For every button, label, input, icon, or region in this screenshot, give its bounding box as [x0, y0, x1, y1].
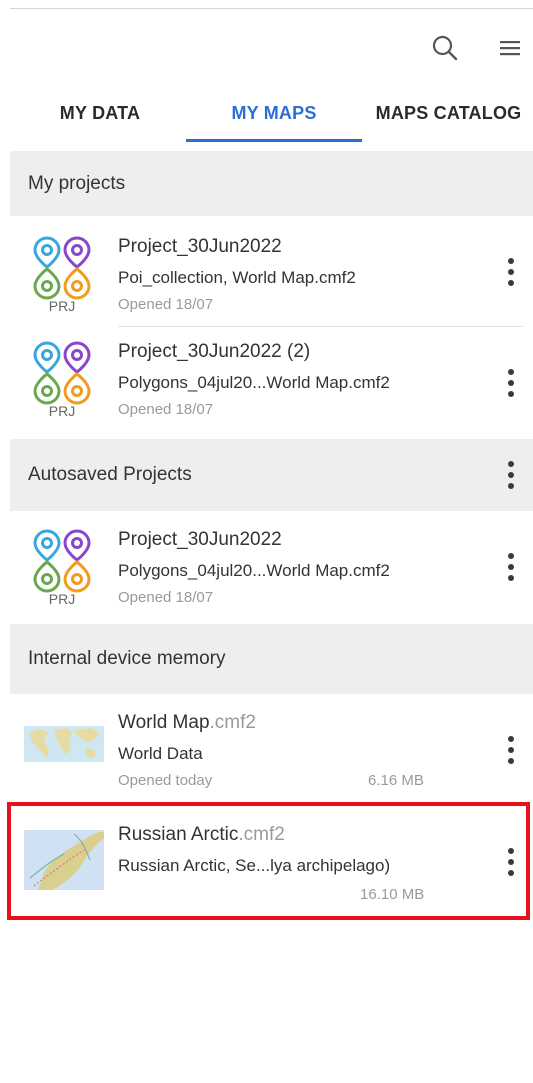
- project-title: Project_30Jun2022: [118, 529, 282, 550]
- section-title: Autosaved Projects: [28, 464, 192, 485]
- map-subtitle: Russian Arctic, Se...lya archipelago): [118, 856, 391, 875]
- project-opened-date: Opened 18/07: [118, 296, 214, 313]
- project-pins-icon: PRJ: [30, 527, 100, 607]
- toolbar: [0, 20, 533, 76]
- list-item-selected[interactable]: Russian Arctic.cmf2 Russian Arctic, Se..…: [10, 806, 533, 916]
- hamburger-menu-icon[interactable]: [490, 28, 530, 68]
- section-header-internal-memory: Internal device memory: [10, 624, 533, 694]
- map-title: Russian Arctic.cmf2: [118, 824, 285, 846]
- more-vert-icon[interactable]: [499, 730, 523, 770]
- section-header-autosaved: Autosaved Projects: [10, 439, 533, 511]
- project-title: Project_30Jun2022: [118, 236, 282, 257]
- more-vert-icon[interactable]: [499, 455, 523, 495]
- project-subtitle: Poi_collection, World Map.cmf2: [118, 268, 356, 287]
- more-vert-icon[interactable]: [499, 547, 523, 587]
- map-subtitle: World Data: [118, 744, 203, 763]
- map-file-size: 6.16 MB: [368, 772, 424, 789]
- tab-bar: MY DATA MY MAPS MAPS CATALOG: [0, 84, 533, 142]
- list-item[interactable]: PRJ Project_30Jun2022 (2) Polygons_04jul…: [10, 327, 533, 437]
- list-item[interactable]: PRJ Project_30Jun2022 Polygons_04jul20..…: [10, 511, 533, 621]
- active-tab-indicator: [186, 139, 362, 142]
- prj-label: PRJ: [48, 298, 76, 314]
- project-opened-date: Opened 18/07: [118, 589, 214, 606]
- project-subtitle: Polygons_04jul20...World Map.cmf2: [118, 373, 390, 392]
- more-vert-icon[interactable]: [499, 363, 523, 403]
- prj-label: PRJ: [48, 403, 76, 419]
- map-thumbnail-russian-arctic: [24, 830, 104, 890]
- map-thumbnail-world: [24, 716, 104, 776]
- section-title: My projects: [28, 172, 126, 194]
- map-name: World Map: [118, 712, 210, 733]
- search-icon[interactable]: [425, 28, 465, 68]
- more-vert-icon[interactable]: [499, 842, 523, 882]
- section-title: Internal device memory: [28, 648, 226, 669]
- list-item[interactable]: World Map.cmf2 World Data Opened today 6…: [10, 694, 533, 802]
- more-vert-icon[interactable]: [499, 252, 523, 292]
- tab-my-maps[interactable]: MY MAPS: [186, 84, 362, 142]
- map-extension: .cmf2: [238, 824, 285, 845]
- project-pins-icon: PRJ: [30, 234, 100, 314]
- map-name: Russian Arctic: [118, 824, 239, 845]
- tab-my-data[interactable]: MY DATA: [20, 84, 180, 142]
- map-title: World Map.cmf2: [118, 712, 256, 734]
- tab-maps-catalog[interactable]: MAPS CATALOG: [364, 84, 533, 142]
- top-divider: [10, 8, 533, 9]
- project-pins-icon: PRJ: [30, 339, 100, 419]
- map-opened-date: Opened today: [118, 772, 213, 789]
- prj-label: PRJ: [48, 591, 76, 607]
- project-opened-date: Opened 18/07: [118, 401, 214, 418]
- project-title: Project_30Jun2022 (2): [118, 341, 311, 362]
- project-subtitle: Polygons_04jul20...World Map.cmf2: [118, 561, 390, 580]
- list-item[interactable]: PRJ Project_30Jun2022 Poi_collection, Wo…: [10, 216, 533, 326]
- map-file-size: 16.10 MB: [360, 886, 425, 903]
- section-header-my-projects: My projects: [10, 151, 533, 216]
- map-extension: .cmf2: [209, 712, 256, 733]
